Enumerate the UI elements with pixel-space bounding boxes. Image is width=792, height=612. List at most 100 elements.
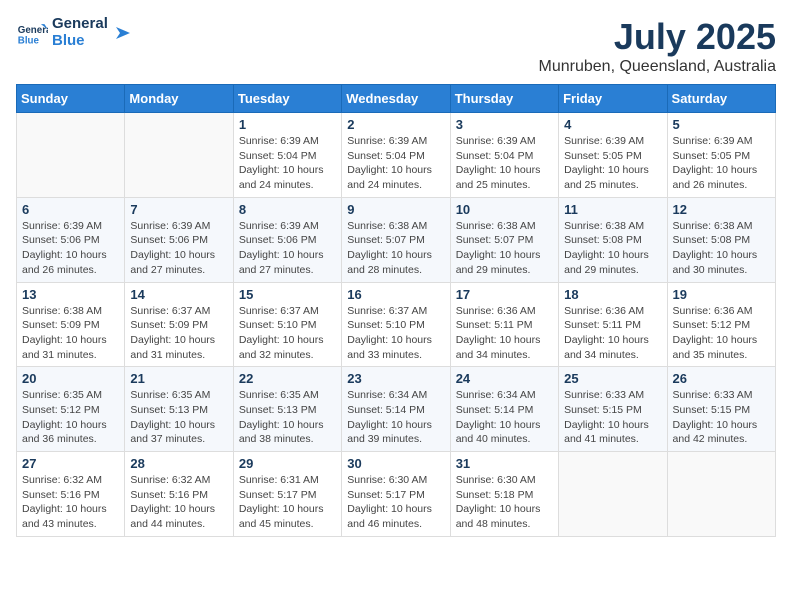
calendar-cell: 12Sunrise: 6:38 AM Sunset: 5:08 PM Dayli… xyxy=(667,197,775,282)
calendar-cell: 8 Sunrise: 6:39 AM Sunset: 5:06 PM Daylig… xyxy=(233,197,341,282)
calendar-week-row: 20 Sunrise: 6:35 AM Sunset: 5:12 PM Dayli… xyxy=(17,367,776,452)
day-number: 29 xyxy=(239,456,336,471)
day-info: Sunrise: 6:35 AM Sunset: 5:13 PM Dayligh… xyxy=(130,388,227,447)
calendar-cell: 14Sunrise: 6:37 AM Sunset: 5:09 PM Dayli… xyxy=(125,282,233,367)
calendar-cell: 21 Sunrise: 6:35 AM Sunset: 5:13 PM Dayli… xyxy=(125,367,233,452)
calendar-cell: 4 Sunrise: 6:39 AM Sunset: 5:05 PM Daylig… xyxy=(559,113,667,198)
day-number: 20 xyxy=(22,371,119,386)
day-info: Sunrise: 6:39 AM Sunset: 5:04 PM Dayligh… xyxy=(239,134,336,193)
day-info: Sunrise: 6:30 AM Sunset: 5:17 PM Dayligh… xyxy=(347,473,444,532)
day-info: Sunrise: 6:35 AM Sunset: 5:12 PM Dayligh… xyxy=(22,388,119,447)
column-header-monday: Monday xyxy=(125,85,233,113)
day-number: 27 xyxy=(22,456,119,471)
day-number: 4 xyxy=(564,117,661,132)
day-info: Sunrise: 6:39 AM Sunset: 5:06 PM Dayligh… xyxy=(130,219,227,278)
day-number: 25 xyxy=(564,371,661,386)
day-number: 1 xyxy=(239,117,336,132)
logo-text-line2: Blue xyxy=(52,33,108,50)
calendar-cell: 11 Sunrise: 6:38 AM Sunset: 5:08 PM Dayli… xyxy=(559,197,667,282)
day-info: Sunrise: 6:30 AM Sunset: 5:18 PM Dayligh… xyxy=(456,473,553,532)
calendar-week-row: 13Sunrise: 6:38 AM Sunset: 5:09 PM Dayli… xyxy=(17,282,776,367)
day-number: 5 xyxy=(673,117,770,132)
calendar-cell: 23 Sunrise: 6:34 AM Sunset: 5:14 PM Dayli… xyxy=(342,367,450,452)
calendar-cell: 20 Sunrise: 6:35 AM Sunset: 5:12 PM Dayli… xyxy=(17,367,125,452)
calendar-cell: 7Sunrise: 6:39 AM Sunset: 5:06 PM Daylig… xyxy=(125,197,233,282)
day-info: Sunrise: 6:33 AM Sunset: 5:15 PM Dayligh… xyxy=(564,388,661,447)
logo-text-line1: General xyxy=(52,16,108,33)
month-title: July 2025 xyxy=(539,16,776,58)
calendar-cell: 1 Sunrise: 6:39 AM Sunset: 5:04 PM Daylig… xyxy=(233,113,341,198)
calendar-cell: 13Sunrise: 6:38 AM Sunset: 5:09 PM Dayli… xyxy=(17,282,125,367)
day-info: Sunrise: 6:39 AM Sunset: 5:05 PM Dayligh… xyxy=(564,134,661,193)
column-header-tuesday: Tuesday xyxy=(233,85,341,113)
day-number: 30 xyxy=(347,456,444,471)
column-header-sunday: Sunday xyxy=(17,85,125,113)
day-number: 15 xyxy=(239,287,336,302)
day-info: Sunrise: 6:31 AM Sunset: 5:17 PM Dayligh… xyxy=(239,473,336,532)
day-info: Sunrise: 6:38 AM Sunset: 5:08 PM Dayligh… xyxy=(673,219,770,278)
day-info: Sunrise: 6:38 AM Sunset: 5:07 PM Dayligh… xyxy=(347,219,444,278)
calendar-week-row: 27 Sunrise: 6:32 AM Sunset: 5:16 PM Dayli… xyxy=(17,452,776,537)
day-info: Sunrise: 6:39 AM Sunset: 5:06 PM Dayligh… xyxy=(22,219,119,278)
calendar-cell: 18Sunrise: 6:36 AM Sunset: 5:11 PM Dayli… xyxy=(559,282,667,367)
day-info: Sunrise: 6:34 AM Sunset: 5:14 PM Dayligh… xyxy=(347,388,444,447)
calendar-cell: 15 Sunrise: 6:37 AM Sunset: 5:10 PM Dayli… xyxy=(233,282,341,367)
day-info: Sunrise: 6:32 AM Sunset: 5:16 PM Dayligh… xyxy=(22,473,119,532)
calendar-cell: 16 Sunrise: 6:37 AM Sunset: 5:10 PM Dayli… xyxy=(342,282,450,367)
day-number: 18 xyxy=(564,287,661,302)
day-number: 8 xyxy=(239,202,336,217)
day-info: Sunrise: 6:39 AM Sunset: 5:05 PM Dayligh… xyxy=(673,134,770,193)
calendar: SundayMondayTuesdayWednesdayThursdayFrid… xyxy=(16,84,776,537)
calendar-cell: 19Sunrise: 6:36 AM Sunset: 5:12 PM Dayli… xyxy=(667,282,775,367)
day-number: 13 xyxy=(22,287,119,302)
calendar-cell: 28 Sunrise: 6:32 AM Sunset: 5:16 PM Dayli… xyxy=(125,452,233,537)
day-number: 9 xyxy=(347,202,444,217)
day-info: Sunrise: 6:37 AM Sunset: 5:10 PM Dayligh… xyxy=(239,304,336,363)
day-number: 16 xyxy=(347,287,444,302)
column-header-saturday: Saturday xyxy=(667,85,775,113)
calendar-week-row: 1 Sunrise: 6:39 AM Sunset: 5:04 PM Daylig… xyxy=(17,113,776,198)
day-info: Sunrise: 6:32 AM Sunset: 5:16 PM Dayligh… xyxy=(130,473,227,532)
day-number: 23 xyxy=(347,371,444,386)
calendar-cell: 5 Sunrise: 6:39 AM Sunset: 5:05 PM Daylig… xyxy=(667,113,775,198)
day-info: Sunrise: 6:39 AM Sunset: 5:04 PM Dayligh… xyxy=(456,134,553,193)
calendar-cell: 29 Sunrise: 6:31 AM Sunset: 5:17 PM Dayli… xyxy=(233,452,341,537)
calendar-cell xyxy=(667,452,775,537)
calendar-cell: 25 Sunrise: 6:33 AM Sunset: 5:15 PM Dayli… xyxy=(559,367,667,452)
day-info: Sunrise: 6:37 AM Sunset: 5:10 PM Dayligh… xyxy=(347,304,444,363)
day-number: 28 xyxy=(130,456,227,471)
header: General Blue General Blue July 2025 Munr… xyxy=(16,16,776,76)
day-info: Sunrise: 6:33 AM Sunset: 5:15 PM Dayligh… xyxy=(673,388,770,447)
calendar-cell xyxy=(125,113,233,198)
calendar-cell: 6Sunrise: 6:39 AM Sunset: 5:06 PM Daylig… xyxy=(17,197,125,282)
day-number: 3 xyxy=(456,117,553,132)
calendar-cell: 9 Sunrise: 6:38 AM Sunset: 5:07 PM Daylig… xyxy=(342,197,450,282)
calendar-cell: 22Sunrise: 6:35 AM Sunset: 5:13 PM Dayli… xyxy=(233,367,341,452)
column-header-thursday: Thursday xyxy=(450,85,558,113)
day-info: Sunrise: 6:36 AM Sunset: 5:11 PM Dayligh… xyxy=(456,304,553,363)
logo-arrow-icon xyxy=(112,23,132,43)
location-title: Munruben, Queensland, Australia xyxy=(539,58,776,76)
day-info: Sunrise: 6:39 AM Sunset: 5:04 PM Dayligh… xyxy=(347,134,444,193)
day-number: 31 xyxy=(456,456,553,471)
calendar-cell xyxy=(17,113,125,198)
day-info: Sunrise: 6:38 AM Sunset: 5:08 PM Dayligh… xyxy=(564,219,661,278)
day-info: Sunrise: 6:37 AM Sunset: 5:09 PM Dayligh… xyxy=(130,304,227,363)
day-info: Sunrise: 6:38 AM Sunset: 5:07 PM Dayligh… xyxy=(456,219,553,278)
day-number: 17 xyxy=(456,287,553,302)
column-header-friday: Friday xyxy=(559,85,667,113)
calendar-cell: 30 Sunrise: 6:30 AM Sunset: 5:17 PM Dayli… xyxy=(342,452,450,537)
day-number: 26 xyxy=(673,371,770,386)
svg-text:Blue: Blue xyxy=(18,35,40,46)
calendar-cell: 26 Sunrise: 6:33 AM Sunset: 5:15 PM Dayli… xyxy=(667,367,775,452)
day-number: 21 xyxy=(130,371,227,386)
day-number: 11 xyxy=(564,202,661,217)
day-info: Sunrise: 6:39 AM Sunset: 5:06 PM Dayligh… xyxy=(239,219,336,278)
day-number: 24 xyxy=(456,371,553,386)
calendar-cell: 27 Sunrise: 6:32 AM Sunset: 5:16 PM Dayli… xyxy=(17,452,125,537)
logo: General Blue General Blue xyxy=(16,16,132,49)
calendar-cell: 2Sunrise: 6:39 AM Sunset: 5:04 PM Daylig… xyxy=(342,113,450,198)
day-info: Sunrise: 6:34 AM Sunset: 5:14 PM Dayligh… xyxy=(456,388,553,447)
day-info: Sunrise: 6:36 AM Sunset: 5:12 PM Dayligh… xyxy=(673,304,770,363)
day-number: 10 xyxy=(456,202,553,217)
